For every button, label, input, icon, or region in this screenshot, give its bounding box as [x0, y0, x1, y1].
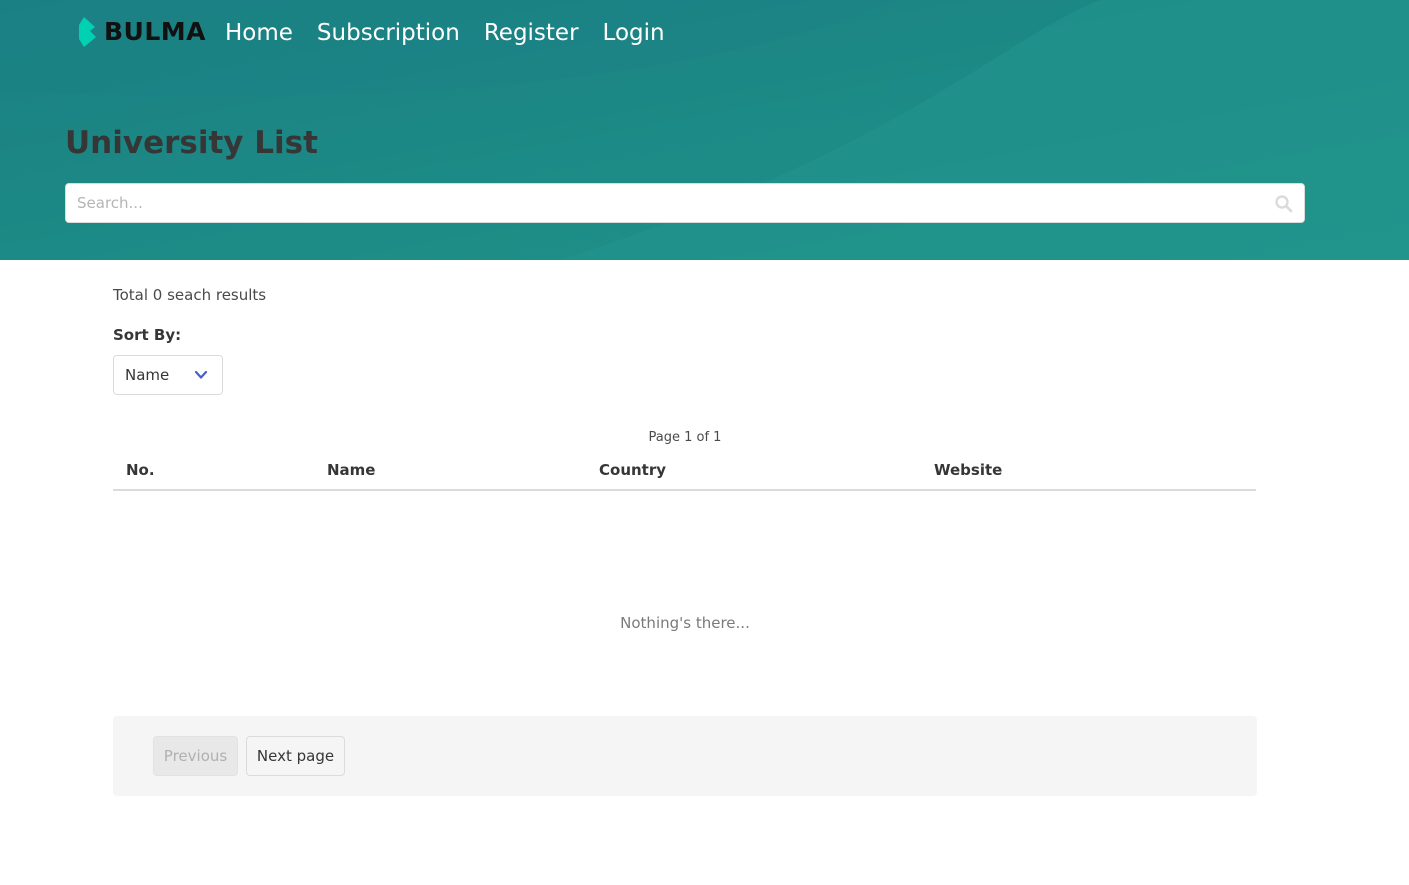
sort-selected-value: Name [125, 366, 170, 384]
page-title: University List [65, 125, 318, 161]
search-input[interactable] [66, 184, 1266, 222]
previous-page-button[interactable]: Previous [153, 736, 238, 776]
table-header: No. Name Country Website [113, 455, 1256, 491]
column-header-country: Country [599, 461, 667, 479]
navbar: BULMA Home Subscription Register Login [0, 0, 1409, 66]
pagination-bar: Previous Next page [113, 716, 1257, 796]
nav-link-subscription[interactable]: Subscription [305, 14, 472, 52]
search-box [65, 183, 1305, 223]
column-header-no: No. [126, 461, 155, 479]
nav-link-register[interactable]: Register [472, 14, 591, 52]
search-icon[interactable] [1274, 194, 1294, 214]
results-count: Total 0 seach results [113, 286, 267, 304]
brand-name: BULMA [104, 17, 207, 46]
empty-table-message: Nothing's there... [620, 614, 750, 632]
nav-link-login[interactable]: Login [591, 14, 677, 52]
page-indicator: Page 1 of 1 [648, 430, 722, 445]
sort-label: Sort By: [113, 326, 182, 344]
sort-select[interactable]: Name [113, 355, 223, 395]
next-page-button[interactable]: Next page [246, 736, 345, 776]
brand-logo[interactable]: BULMA [76, 16, 206, 48]
bulma-logo-icon [79, 17, 96, 47]
column-header-name: Name [327, 461, 376, 479]
nav-link-home[interactable]: Home [213, 14, 305, 52]
chevron-down-icon [194, 370, 208, 379]
column-header-website: Website [934, 461, 1003, 479]
nav-links: Home Subscription Register Login [213, 14, 677, 52]
hero-section: BULMA Home Subscription Register Login U… [0, 0, 1409, 260]
